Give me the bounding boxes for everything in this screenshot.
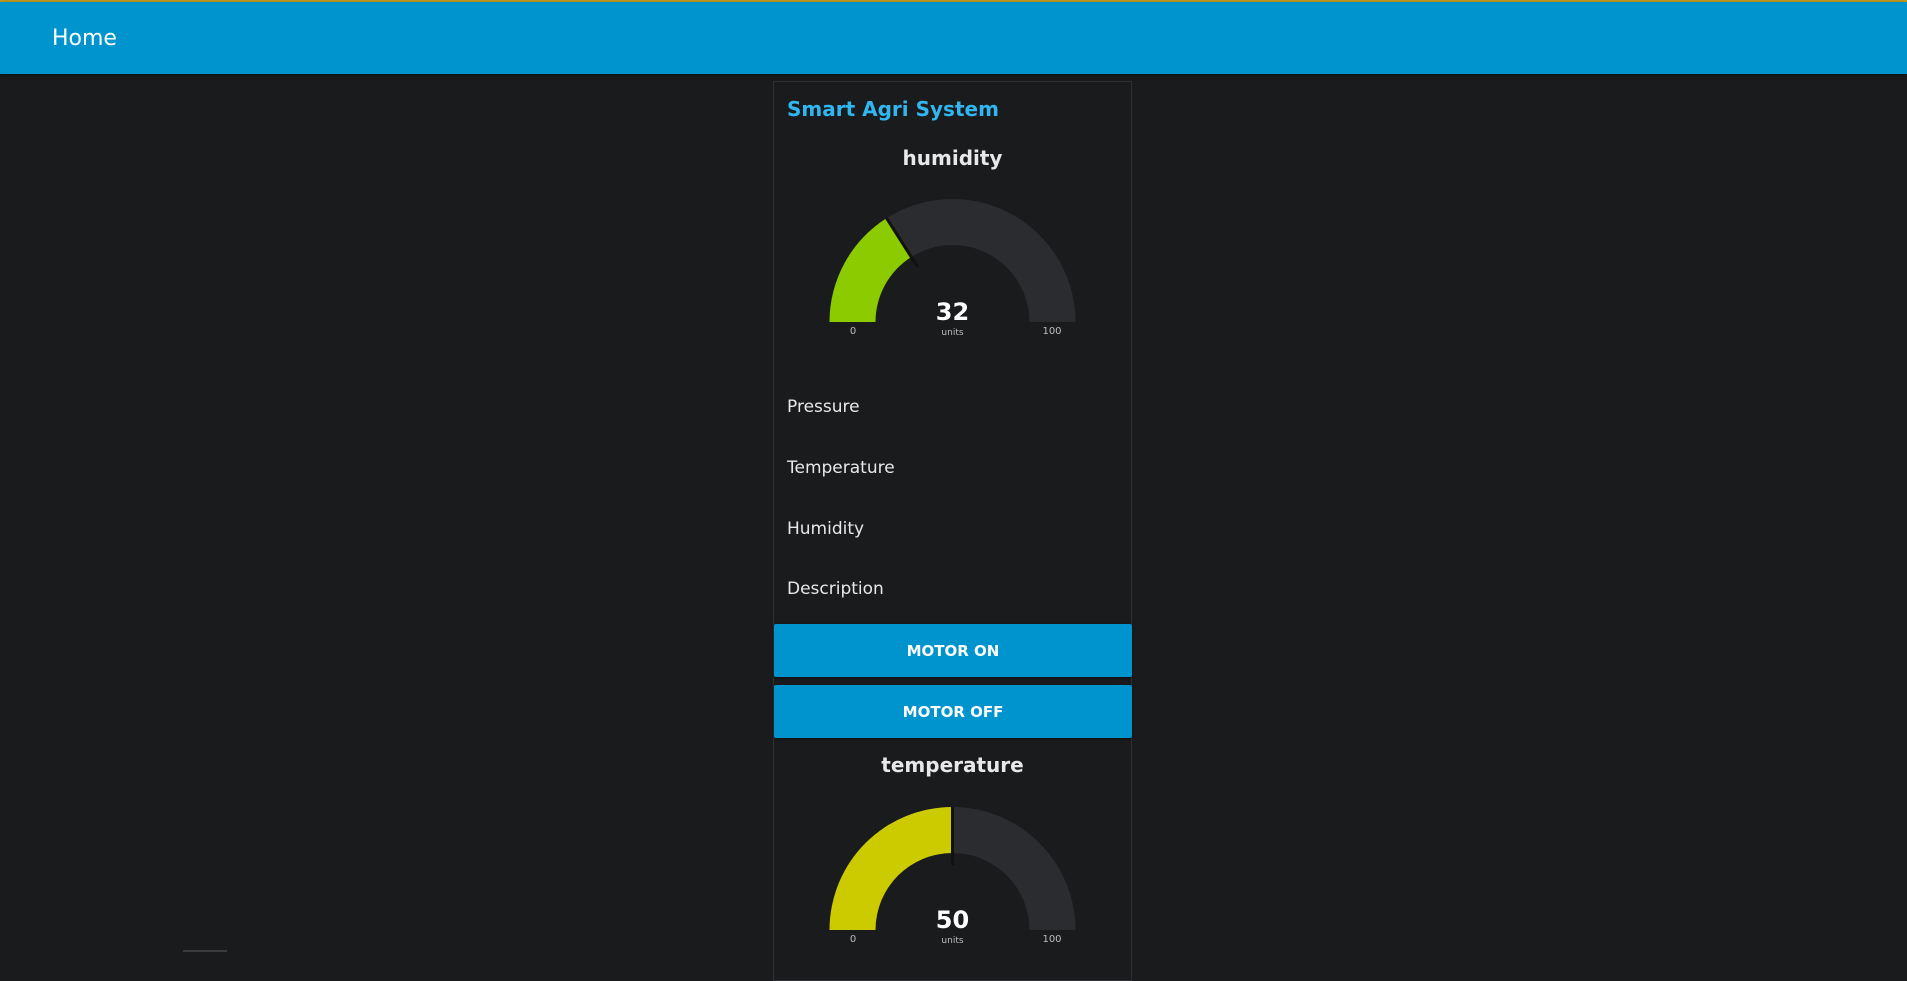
- pressure-text: Pressure: [787, 397, 860, 417]
- temperature-gauge: 50 units 0 100: [829, 807, 1076, 946]
- temperature-gauge-min-label: 0: [850, 934, 856, 945]
- humidity-gauge: 32 units 0 100: [829, 199, 1076, 338]
- app-header: Home: [0, 2, 1907, 74]
- description-text: Description: [787, 579, 884, 599]
- humidity-gauge-value: 32: [936, 298, 969, 326]
- dashboard-group: Smart Agri System humidity 32 units 0 10…: [773, 81, 1132, 981]
- temperature-gauge-units: units: [941, 936, 963, 946]
- temperature-gauge-title: temperature: [881, 753, 1024, 777]
- motor-off-button[interactable]: MOTOR OFF: [774, 685, 1132, 738]
- humidity-text: Humidity: [787, 519, 865, 539]
- humidity-gauge-max-label: 100: [1042, 326, 1061, 337]
- temperature-gauge-fill: [829, 807, 953, 930]
- temperature-text: Temperature: [787, 458, 895, 478]
- humidity-gauge-title: humidity: [902, 146, 1003, 170]
- page-title: Home: [52, 26, 117, 51]
- temperature-gauge-max-label: 100: [1042, 934, 1061, 945]
- temperature-gauge-value: 50: [936, 906, 969, 934]
- humidity-gauge-units: units: [941, 328, 963, 338]
- group-title: Smart Agri System: [787, 97, 999, 121]
- motor-on-button[interactable]: MOTOR ON: [774, 624, 1132, 677]
- humidity-gauge-min-label: 0: [850, 326, 856, 337]
